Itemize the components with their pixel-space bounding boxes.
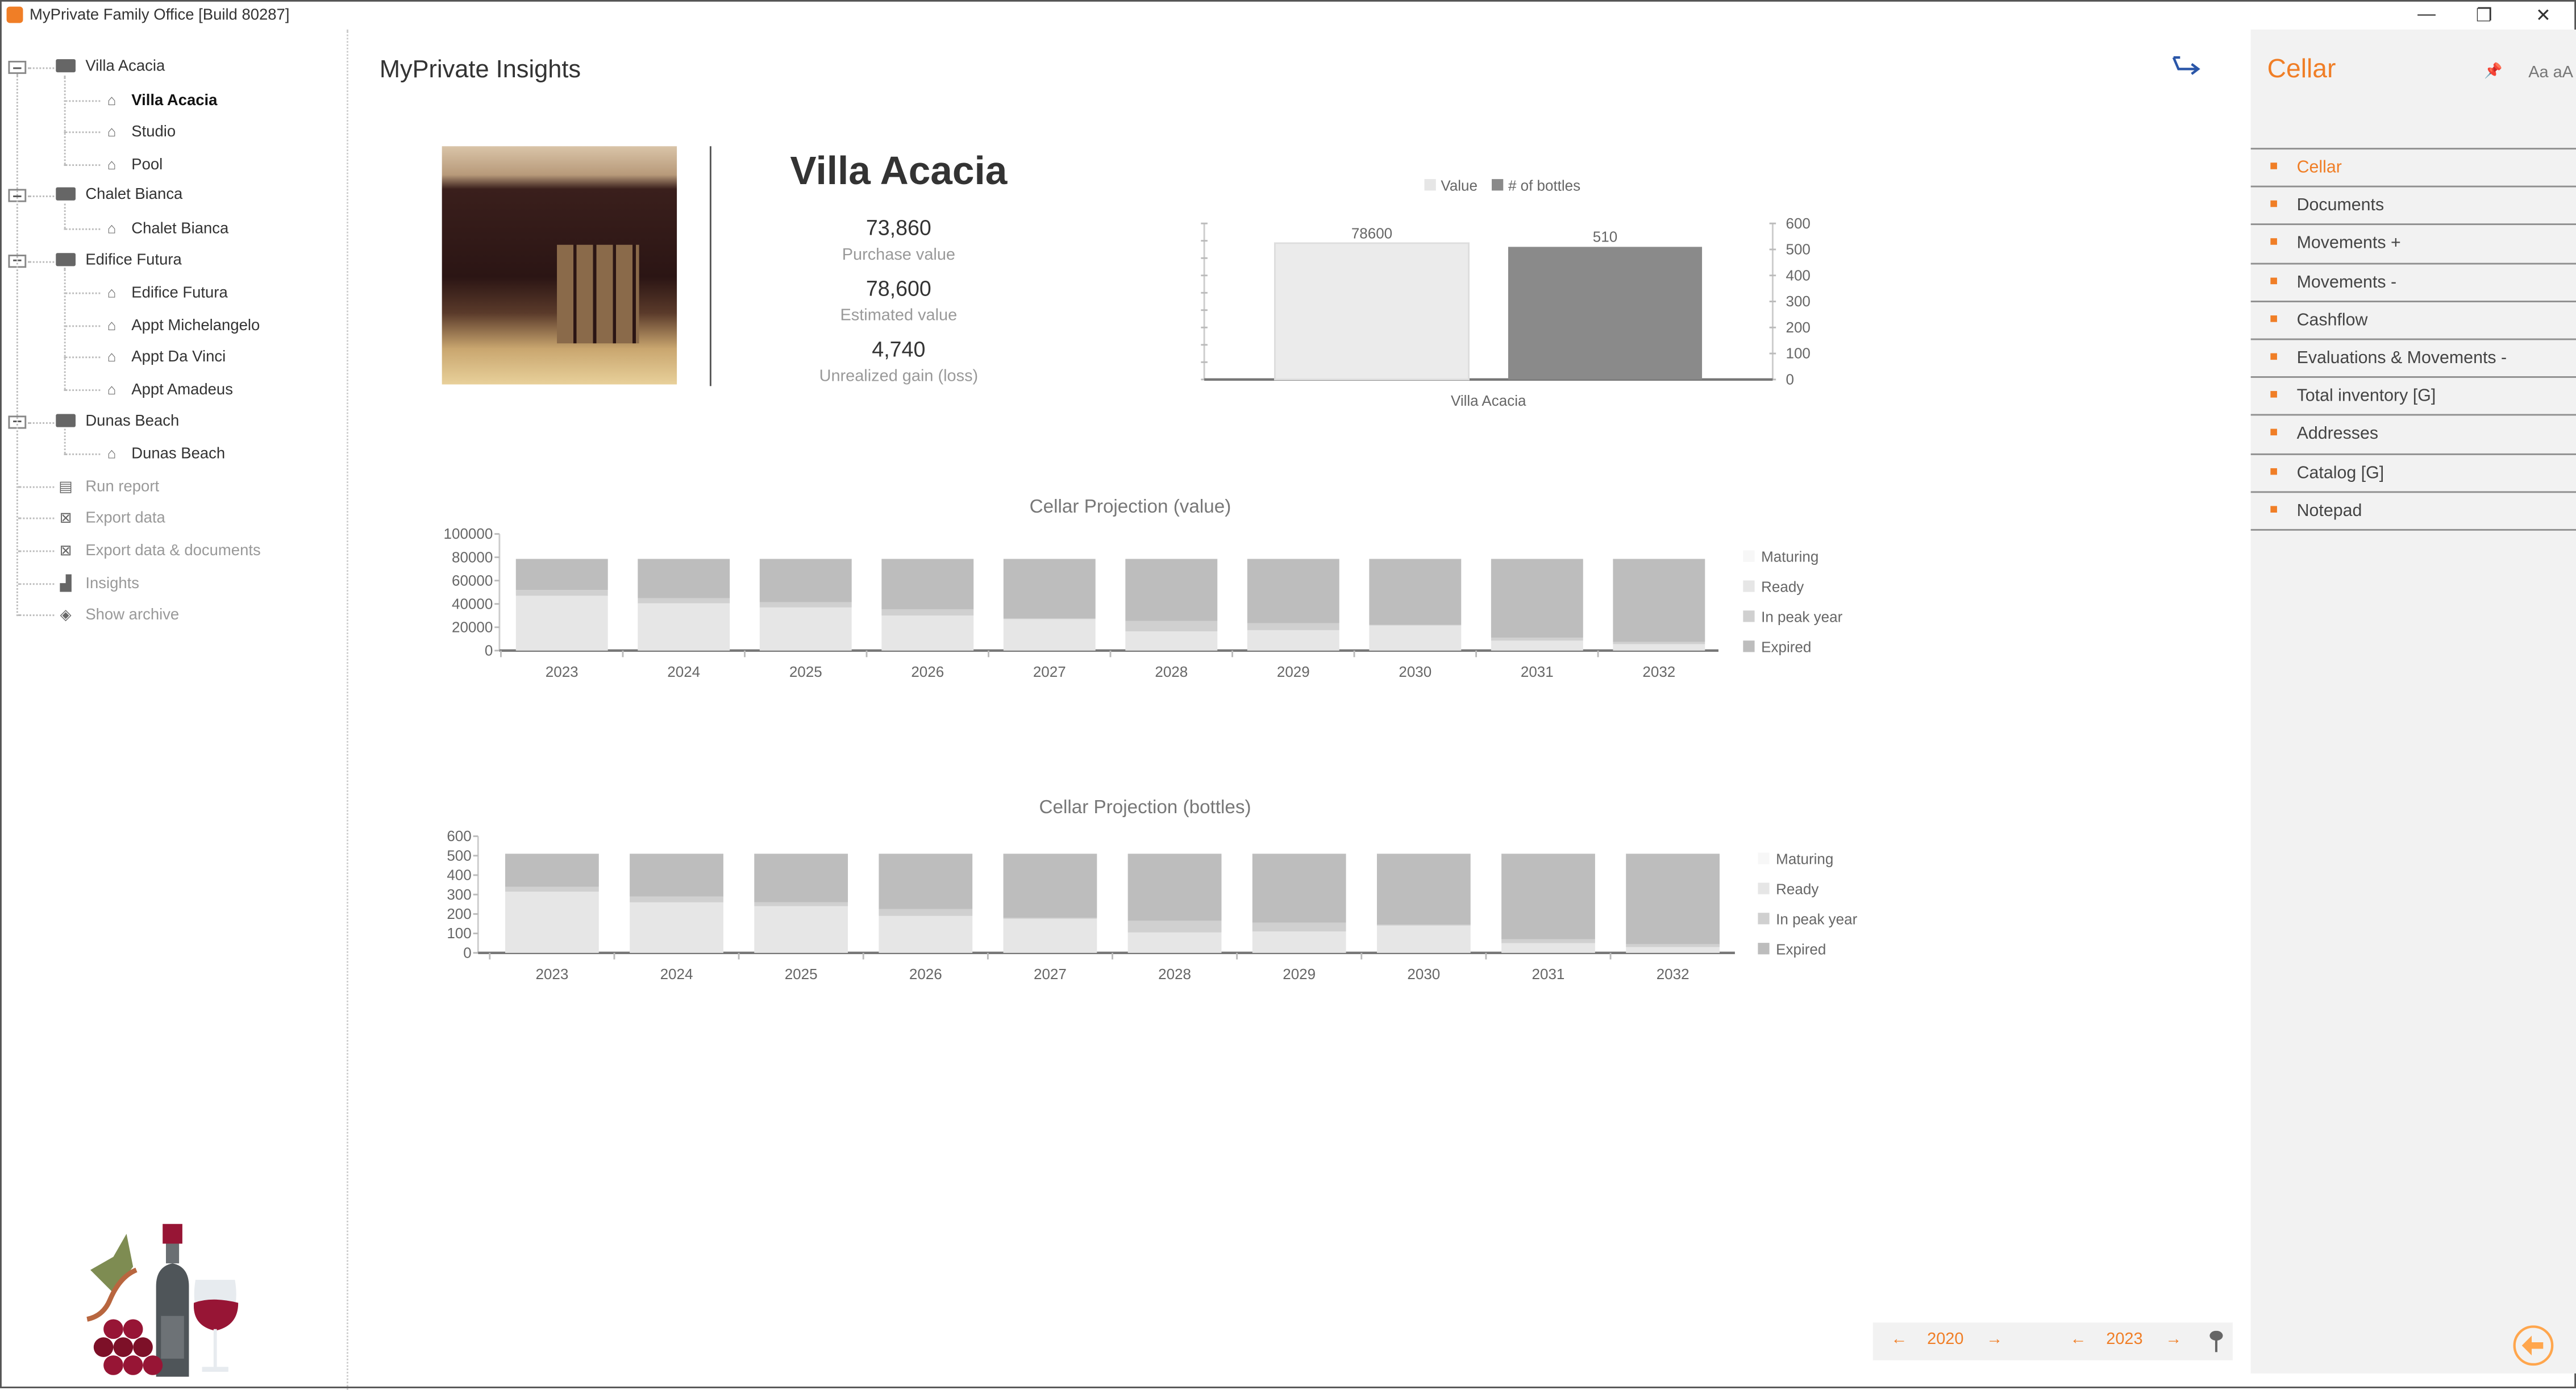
x-tick-label: 2023 bbox=[535, 965, 568, 983]
panel-menu-item[interactable]: Movements - bbox=[2250, 262, 2576, 300]
bar-segment-expired bbox=[1376, 854, 1471, 925]
back-button[interactable] bbox=[2512, 1324, 2554, 1367]
legend-label: Ready bbox=[1776, 881, 1818, 898]
chart-title: Cellar Projection (bottles) bbox=[1039, 797, 1251, 818]
y-tick-label: 300 bbox=[447, 886, 471, 903]
year-to[interactable]: 2023 bbox=[2106, 1331, 2142, 1349]
bar-segment-ready bbox=[1003, 918, 1097, 953]
legend-swatch bbox=[1758, 943, 1770, 955]
bar-segment-expired bbox=[879, 854, 973, 909]
x-tick-label: 2025 bbox=[785, 965, 818, 983]
legend-label: In peak year bbox=[1776, 910, 1857, 927]
bar-segment-in-peak-year bbox=[1626, 944, 1720, 947]
x-tick-label: 2027 bbox=[1034, 965, 1067, 983]
bar-segment-ready bbox=[879, 915, 973, 953]
bar-segment-expired bbox=[754, 854, 848, 902]
bar-segment-ready bbox=[1252, 931, 1346, 953]
y-tick-label: 500 bbox=[447, 847, 471, 864]
x-tick-label: 2026 bbox=[909, 965, 942, 983]
bar-segment-expired bbox=[1127, 854, 1222, 921]
bar-segment-in-peak-year bbox=[879, 909, 973, 916]
legend-swatch bbox=[1758, 913, 1770, 925]
bar-segment-ready bbox=[1127, 932, 1222, 953]
y-tick-label: 0 bbox=[463, 944, 471, 961]
bar-segment-expired bbox=[630, 854, 723, 897]
bar-segment-expired bbox=[505, 854, 599, 887]
x-tick-label: 2028 bbox=[1158, 965, 1191, 983]
cellar-projection-bottles-chart: Cellar Projection (bottles) 0 100 200 300 400… bbox=[447, 797, 1857, 983]
bar-segment-in-peak-year bbox=[1127, 921, 1222, 933]
legend-swatch bbox=[1758, 852, 1770, 864]
y-tick-label: 400 bbox=[447, 867, 471, 884]
year-range-bar: ← 2020 → ← 2023 → bbox=[1872, 1322, 2233, 1360]
panel-menu-item[interactable]: Notepad bbox=[2250, 490, 2576, 529]
bar-segment-expired bbox=[1003, 854, 1097, 918]
panel-menu-item[interactable]: Addresses bbox=[2250, 414, 2576, 453]
panel-menu-item[interactable]: Cashflow bbox=[2250, 300, 2576, 338]
bar-segment-ready bbox=[1501, 943, 1595, 953]
menu-divider bbox=[2250, 528, 2576, 531]
panel-menu-item[interactable]: Movements + bbox=[2250, 224, 2576, 262]
app-window: MyPrivate Family Office [Build 80287] — … bbox=[0, 0, 2576, 1390]
bar-segment-expired bbox=[1501, 854, 1595, 939]
x-tick-label: 2030 bbox=[1407, 965, 1440, 983]
bar-segment-expired bbox=[1252, 854, 1346, 923]
legend-label: Expired bbox=[1776, 940, 1826, 958]
x-tick-label: 2031 bbox=[1532, 965, 1565, 983]
year-from[interactable]: 2020 bbox=[1927, 1331, 1963, 1349]
year-to-next-button[interactable]: → bbox=[2165, 1331, 2182, 1349]
font-size-toggle[interactable]: Aa aA bbox=[2528, 64, 2573, 82]
close-button[interactable]: ✕ bbox=[2530, 5, 2556, 27]
bar-segment-in-peak-year bbox=[630, 896, 723, 902]
bar-segment-ready bbox=[630, 902, 723, 953]
bar-segment-in-peak-year bbox=[1252, 922, 1346, 932]
bar-segment-ready bbox=[1376, 925, 1471, 953]
y-tick-label: 200 bbox=[447, 905, 471, 922]
y-tick-label: 600 bbox=[447, 827, 471, 844]
legend-swatch bbox=[1758, 883, 1770, 894]
bar-segment-expired bbox=[1626, 854, 1720, 944]
x-tick-label: 2029 bbox=[1283, 965, 1316, 983]
panel-menu-item[interactable]: Cellar bbox=[2250, 148, 2576, 186]
x-tick-label: 2024 bbox=[660, 965, 693, 983]
panel-title: Cellar bbox=[2267, 56, 2336, 84]
panel-menu-item[interactable]: Evaluations & Movements - bbox=[2250, 338, 2576, 377]
legend-label: Maturing bbox=[1776, 851, 1833, 868]
bar-segment-in-peak-year bbox=[1003, 918, 1097, 919]
side-panel: Cellar 📌 Aa aA Cellar Documents Movements … bbox=[2250, 30, 2576, 1374]
year-from-prev-button[interactable]: ← bbox=[1891, 1331, 1908, 1349]
panel-menu-item[interactable]: Documents bbox=[2250, 186, 2576, 224]
bar-segment-ready bbox=[754, 906, 848, 953]
year-to-prev-button[interactable]: ← bbox=[2070, 1331, 2087, 1349]
bar-segment-in-peak-year bbox=[754, 902, 848, 906]
y-tick-label: 100 bbox=[447, 925, 471, 942]
panel-menu-item[interactable]: Total inventory [G] bbox=[2250, 376, 2576, 415]
bar-segment-ready bbox=[505, 892, 599, 953]
panel-menu-item[interactable]: Catalog [G] bbox=[2250, 452, 2576, 491]
minimize-button[interactable]: — bbox=[2413, 5, 2440, 25]
bar-segment-ready bbox=[1626, 947, 1720, 953]
year-from-next-button[interactable]: → bbox=[1986, 1331, 2003, 1349]
pin-icon[interactable]: 📌 bbox=[2484, 63, 2502, 81]
filter-icon[interactable] bbox=[2208, 1330, 2225, 1354]
x-tick-label: 2032 bbox=[1657, 965, 1689, 983]
bar-segment-in-peak-year bbox=[1501, 939, 1595, 943]
bar-segment-in-peak-year bbox=[505, 887, 599, 892]
bar-segment-in-peak-year bbox=[1376, 925, 1471, 926]
restore-button[interactable]: ❐ bbox=[2471, 5, 2497, 27]
